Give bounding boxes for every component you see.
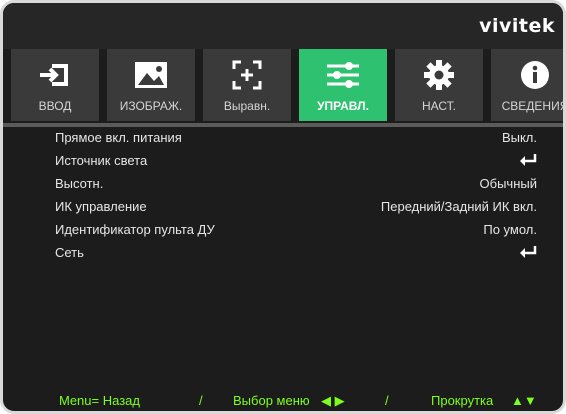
sliders-icon	[325, 59, 361, 91]
tab-image-label: ИЗОБРАЖ.	[119, 99, 183, 113]
tab-align-label: Выравн.	[223, 99, 271, 113]
tab-input[interactable]: ВВОД	[11, 49, 99, 121]
tab-separator	[3, 123, 563, 127]
tab-control-label: УПРАВЛ.	[317, 99, 369, 113]
menu-item-label: Источник света	[55, 153, 148, 168]
tab-settings-label: НАСТ.	[421, 99, 456, 113]
menu-item-value: По умол.	[483, 222, 537, 237]
align-icon	[229, 59, 265, 91]
footer-scroll-hint: Прокрутка	[431, 393, 494, 408]
tab-info[interactable]: СВЕДЕНИЯ	[491, 49, 566, 121]
menu-item-value: Выкл.	[501, 130, 537, 145]
menu-list: Прямое вкл. питания Выкл. Источник света…	[3, 128, 563, 266]
menu-item-remote-id[interactable]: Идентификатор пульта ДУ По умол.	[3, 220, 563, 243]
tab-control[interactable]: УПРАВЛ.	[299, 49, 387, 121]
image-icon	[133, 59, 169, 91]
menu-item-label: Высотн.	[55, 176, 104, 191]
projector-osd: vivitek ВВОД ИЗОБРАЖ. Выравн. УПРАВЛ. НА…	[0, 0, 566, 414]
menu-tabs: ВВОД ИЗОБРАЖ. Выравн. УПРАВЛ. НАСТ. СВЕД…	[11, 49, 566, 121]
enter-icon	[519, 153, 537, 170]
menu-item-label: Сеть	[55, 245, 84, 260]
menu-item-label: Прямое вкл. питания	[55, 130, 182, 145]
menu-item-label: ИК управление	[55, 199, 147, 214]
input-icon	[37, 59, 73, 91]
up-down-arrows-icon: ▲▼	[511, 393, 537, 408]
gear-icon	[421, 59, 457, 91]
footer-select-hint: Выбор меню	[233, 393, 310, 408]
info-icon	[517, 59, 553, 91]
tab-image[interactable]: ИЗОБРАЖ.	[107, 49, 195, 121]
menu-item-value: Обычный	[479, 176, 537, 191]
enter-icon	[519, 245, 537, 262]
menu-item-ir-control[interactable]: ИК управление Передний/Задний ИК вкл.	[3, 197, 563, 220]
tab-input-label: ВВОД	[38, 99, 72, 113]
menu-item-network[interactable]: Сеть	[3, 243, 563, 266]
left-right-arrows-icon: ◀ ▶	[321, 393, 345, 408]
footer-separator: /	[385, 393, 389, 408]
tab-align[interactable]: Выравн.	[203, 49, 291, 121]
tab-settings[interactable]: НАСТ.	[395, 49, 483, 121]
top-bar: vivitek	[3, 3, 563, 49]
footer-separator: /	[199, 393, 203, 408]
footer-back-hint: Menu= Назад	[59, 393, 140, 408]
tab-info-label: СВЕДЕНИЯ	[501, 99, 566, 113]
brand-logo: vivitek	[479, 15, 555, 37]
menu-item-altitude[interactable]: Высотн. Обычный	[3, 174, 563, 197]
menu-item-value: Передний/Задний ИК вкл.	[380, 199, 537, 214]
menu-item-label: Идентификатор пульта ДУ	[55, 222, 215, 237]
menu-item-light-source[interactable]: Источник света	[3, 151, 563, 174]
help-footer: Menu= Назад / Выбор меню ◀ ▶ / Прокрутка…	[3, 389, 563, 411]
menu-item-direct-power-on[interactable]: Прямое вкл. питания Выкл.	[3, 128, 563, 151]
